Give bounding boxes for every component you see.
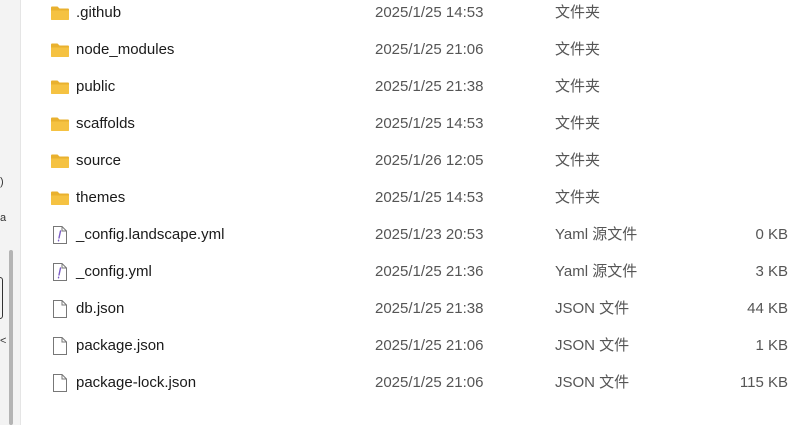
file-name: themes — [76, 189, 126, 206]
file-name: node_modules — [76, 41, 175, 58]
file-icon — [50, 299, 70, 319]
file-row[interactable]: package.json 2025/1/25 21:06 JSON 文件 1 KB — [21, 327, 800, 364]
file-row[interactable]: package-lock.json 2025/1/25 21:06 JSON 文件 1… — [21, 364, 800, 401]
yaml-file-icon — [50, 262, 70, 282]
nav-text-fragment: a — [0, 212, 7, 224]
file-type: Yaml 源文件 — [555, 263, 638, 280]
file-row[interactable]: source 2025/1/26 12:05 文件夹 — [21, 142, 800, 179]
file-row[interactable]: .github 2025/1/25 14:53 文件夹 — [21, 0, 800, 31]
file-name: scaffolds — [76, 115, 135, 132]
file-name: _config.yml — [76, 263, 152, 280]
file-name: public — [76, 78, 116, 95]
file-modified-date: 2025/1/25 21:06 — [375, 337, 484, 354]
file-modified-date: 2025/1/23 20:53 — [375, 226, 484, 243]
file-type: 文件夹 — [555, 4, 601, 21]
file-size: 1 KB — [755, 337, 788, 354]
file-row[interactable]: scaffolds 2025/1/25 14:53 文件夹 — [21, 105, 800, 142]
file-modified-date: 2025/1/25 21:36 — [375, 263, 484, 280]
navigation-scrollbar[interactable] — [9, 250, 13, 425]
file-type: 文件夹 — [555, 152, 601, 169]
file-name: source — [76, 152, 122, 169]
file-row[interactable]: _config.yml 2025/1/25 21:36 Yaml 源文件 3 KB — [21, 253, 800, 290]
file-type: Yaml 源文件 — [555, 226, 638, 243]
file-modified-date: 2025/1/25 21:06 — [375, 374, 484, 391]
file-list: .github 2025/1/25 14:53 文件夹 node_modules 202… — [21, 0, 800, 425]
file-type: 文件夹 — [555, 78, 601, 95]
file-name: _config.landscape.yml — [76, 226, 225, 243]
folder-icon — [50, 151, 70, 171]
file-type: 文件夹 — [555, 189, 601, 206]
file-modified-date: 2025/1/25 21:38 — [375, 300, 484, 317]
file-row[interactable]: _config.landscape.yml 2025/1/23 20:53 Yaml… — [21, 216, 800, 253]
file-row[interactable]: themes 2025/1/25 14:53 文件夹 — [21, 179, 800, 216]
folder-icon — [50, 188, 70, 208]
folder-icon — [50, 3, 70, 23]
file-row[interactable]: node_modules 2025/1/25 21:06 文件夹 — [21, 31, 800, 68]
file-type: 文件夹 — [555, 115, 601, 132]
file-type: JSON 文件 — [555, 337, 630, 354]
file-name: package.json — [76, 337, 165, 354]
file-row[interactable]: db.json 2025/1/25 21:38 JSON 文件 44 KB — [21, 290, 800, 327]
nav-text-fragment: ) — [0, 176, 4, 188]
file-modified-date: 2025/1/25 21:06 — [375, 41, 484, 58]
file-modified-date: 2025/1/25 21:38 — [375, 78, 484, 95]
nav-selected-item-outline — [0, 277, 3, 319]
folder-icon — [50, 40, 70, 60]
file-icon — [50, 336, 70, 356]
file-modified-date: 2025/1/26 12:05 — [375, 152, 484, 169]
file-type: JSON 文件 — [555, 374, 630, 391]
file-name: package-lock.json — [76, 374, 197, 391]
file-row[interactable]: public 2025/1/25 21:38 文件夹 — [21, 68, 800, 105]
file-size: 44 KB — [747, 300, 788, 317]
file-name: .github — [76, 4, 122, 21]
file-size: 3 KB — [755, 263, 788, 280]
file-type: 文件夹 — [555, 41, 601, 58]
yaml-file-icon — [50, 225, 70, 245]
file-size: 115 KB — [739, 374, 788, 391]
nav-text-fragment: < — [0, 335, 7, 347]
file-icon — [50, 373, 70, 393]
file-size: 0 KB — [755, 226, 788, 243]
file-modified-date: 2025/1/25 14:53 — [375, 115, 484, 132]
folder-icon — [50, 114, 70, 134]
file-modified-date: 2025/1/25 14:53 — [375, 189, 484, 206]
folder-icon — [50, 77, 70, 97]
file-type: JSON 文件 — [555, 300, 630, 317]
file-modified-date: 2025/1/25 14:53 — [375, 4, 484, 21]
file-name: db.json — [76, 300, 125, 317]
